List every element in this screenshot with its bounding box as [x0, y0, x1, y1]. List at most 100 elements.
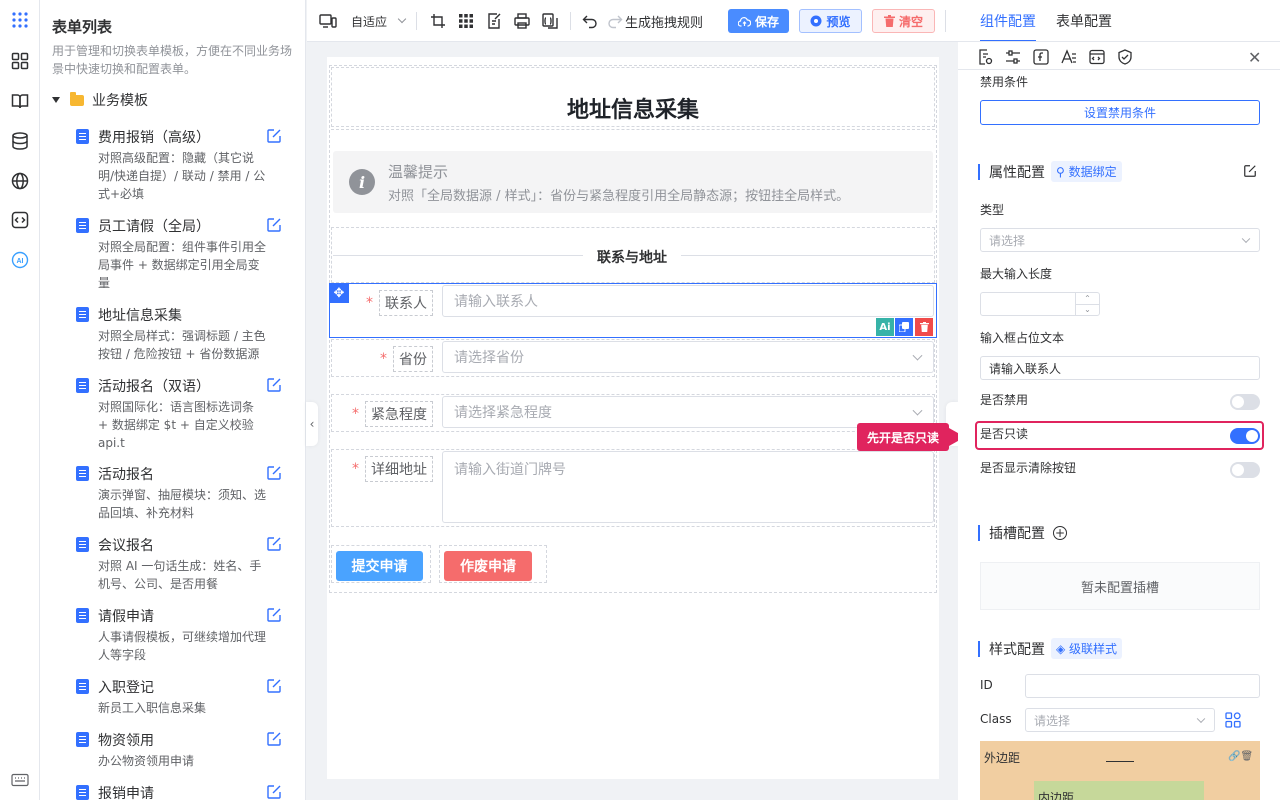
style-section-title: 样式配置 ◈ 级联样式	[978, 638, 1123, 659]
trash-icon	[883, 15, 895, 27]
edit-icon[interactable]	[266, 217, 282, 233]
move-icon[interactable]: ✥	[329, 283, 349, 303]
device-icon[interactable]	[319, 12, 337, 30]
sliders-icon[interactable]	[1004, 48, 1022, 66]
edit-icon[interactable]	[266, 377, 282, 393]
edit-icon[interactable]	[266, 784, 282, 800]
template-name: 员工请假（全局）	[98, 219, 210, 235]
tab-component-config[interactable]: 组件配置	[980, 11, 1036, 31]
cloud-upload-icon	[737, 16, 751, 27]
template-desc: 演示弹窗、抽屉模块：须知、选品回填、补充材料	[98, 488, 267, 520]
shield-icon[interactable]	[1116, 48, 1134, 66]
window-code-icon[interactable]	[1088, 48, 1106, 66]
document-icon	[76, 378, 89, 393]
type-select[interactable]: 请选择	[980, 228, 1260, 252]
code-icon[interactable]	[10, 210, 30, 230]
globe-icon[interactable]	[10, 171, 30, 191]
edit-icon[interactable]	[266, 128, 282, 144]
template-desc: 对照全局配置：组件事件引用全局事件 + 数据绑定引用全局变量	[98, 240, 267, 290]
delete-icon[interactable]	[915, 318, 933, 336]
save-button[interactable]: 保存	[728, 9, 789, 33]
chevron-down-icon[interactable]: ⌄	[1076, 305, 1099, 316]
copy-icon[interactable]	[895, 318, 913, 336]
link-trash-icons[interactable]: 🔗🗑	[1228, 751, 1253, 762]
chevron-down-icon	[1241, 234, 1251, 244]
document-icon	[76, 679, 89, 694]
icon-rail: AI	[0, 0, 40, 800]
submit-button[interactable]: 提交申请	[336, 551, 423, 581]
alert-description: 对照「全局数据源 / 样式」：省份与紧急程度引用全局静态源；按钮挂全局样式。	[388, 189, 850, 204]
settings-doc-icon[interactable]	[976, 48, 994, 66]
chevron-up-icon[interactable]: ⌃	[1076, 293, 1099, 305]
margin-label: 外边距	[984, 751, 1021, 765]
number-stepper[interactable]: ⌃ ⌄	[1075, 293, 1099, 315]
keyboard-icon[interactable]	[10, 770, 30, 790]
edit-icon[interactable]	[266, 536, 282, 552]
caret-down-icon[interactable]	[52, 97, 60, 103]
edit-doc-icon[interactable]	[486, 12, 502, 30]
field-label-contact[interactable]: * 联系人	[366, 290, 433, 316]
grid-icon[interactable]	[458, 12, 474, 30]
edit-attr-icon[interactable]	[1243, 164, 1257, 182]
ai-icon[interactable]: AI	[10, 250, 30, 270]
components-icon[interactable]	[10, 51, 30, 71]
disabled-switch[interactable]	[1230, 394, 1260, 410]
book-icon[interactable]	[10, 91, 30, 111]
chevron-down-icon	[912, 405, 923, 416]
data-binding-chip[interactable]: ⚲ 数据绑定	[1051, 161, 1122, 182]
database-icon[interactable]	[10, 131, 30, 151]
document-icon	[76, 307, 89, 322]
generate-rules-button[interactable]: 生成拖拽规则	[625, 12, 703, 31]
apps-grid-icon[interactable]	[10, 10, 30, 30]
collapse-left-handle[interactable]: ‹	[306, 402, 318, 446]
crop-icon[interactable]	[430, 12, 446, 30]
edit-icon[interactable]	[266, 731, 282, 747]
alert-title: 温馨提示	[388, 163, 449, 181]
type-placeholder: 请选择	[989, 233, 1026, 248]
chevron-left-icon: ‹	[309, 417, 315, 431]
json-icon[interactable]	[542, 12, 558, 30]
set-disable-condition-button[interactable]: 设置禁用条件	[980, 100, 1260, 125]
zoom-select[interactable]: 自适应	[351, 12, 407, 30]
class-picker-icon[interactable]	[1225, 712, 1241, 732]
edit-icon[interactable]	[266, 465, 282, 481]
edit-icon[interactable]	[266, 607, 282, 623]
disable-condition-label: 禁用条件	[980, 75, 1029, 89]
template-name: 费用报销（高级）	[98, 130, 210, 146]
print-icon[interactable]	[514, 12, 530, 30]
void-button[interactable]: 作废申请	[444, 551, 532, 581]
placeholder-input[interactable]: 请输入联系人	[980, 356, 1260, 380]
id-input[interactable]	[1025, 674, 1260, 698]
preview-button[interactable]: 预览	[799, 9, 862, 33]
clear-label: 清空	[898, 14, 923, 29]
tab-form-config[interactable]: 表单配置	[1056, 11, 1112, 31]
document-icon	[76, 785, 89, 800]
clearable-switch[interactable]	[1230, 462, 1260, 478]
province-select[interactable]: 请选择省份	[442, 341, 934, 373]
font-icon[interactable]	[1060, 48, 1078, 66]
close-icon[interactable]: ✕	[1248, 48, 1261, 67]
document-icon	[76, 466, 89, 481]
chevron-down-icon	[1196, 714, 1206, 724]
function-icon[interactable]	[1032, 48, 1050, 66]
maxlength-input[interactable]: ⌃ ⌄	[980, 292, 1100, 316]
chevron-down-icon	[912, 350, 923, 361]
cascade-style-chip[interactable]: ◈ 级联样式	[1051, 638, 1123, 659]
readonly-switch[interactable]	[1230, 428, 1260, 444]
template-name: 活动报名	[98, 467, 154, 483]
slot-section-title: 插槽配置 +	[978, 523, 1067, 543]
address-textarea[interactable]: 请输入街道门牌号	[442, 451, 934, 523]
class-select[interactable]: 请选择	[1025, 708, 1215, 732]
ai-field-icon[interactable]: Ai	[876, 318, 894, 336]
class-label: Class	[980, 712, 1012, 726]
edit-icon[interactable]	[266, 678, 282, 694]
document-icon	[76, 218, 89, 233]
undo-icon[interactable]	[582, 12, 598, 30]
redo-icon[interactable]	[607, 12, 623, 30]
contact-input[interactable]: 请输入联系人	[442, 285, 934, 317]
add-circle-icon[interactable]: +	[1053, 526, 1067, 540]
margin-top-input[interactable]	[1106, 761, 1134, 762]
clear-button[interactable]: 清空	[872, 9, 935, 33]
template-desc: 新员工入职信息采集	[98, 701, 207, 715]
tree-group-business[interactable]: 业务模板	[52, 90, 148, 110]
